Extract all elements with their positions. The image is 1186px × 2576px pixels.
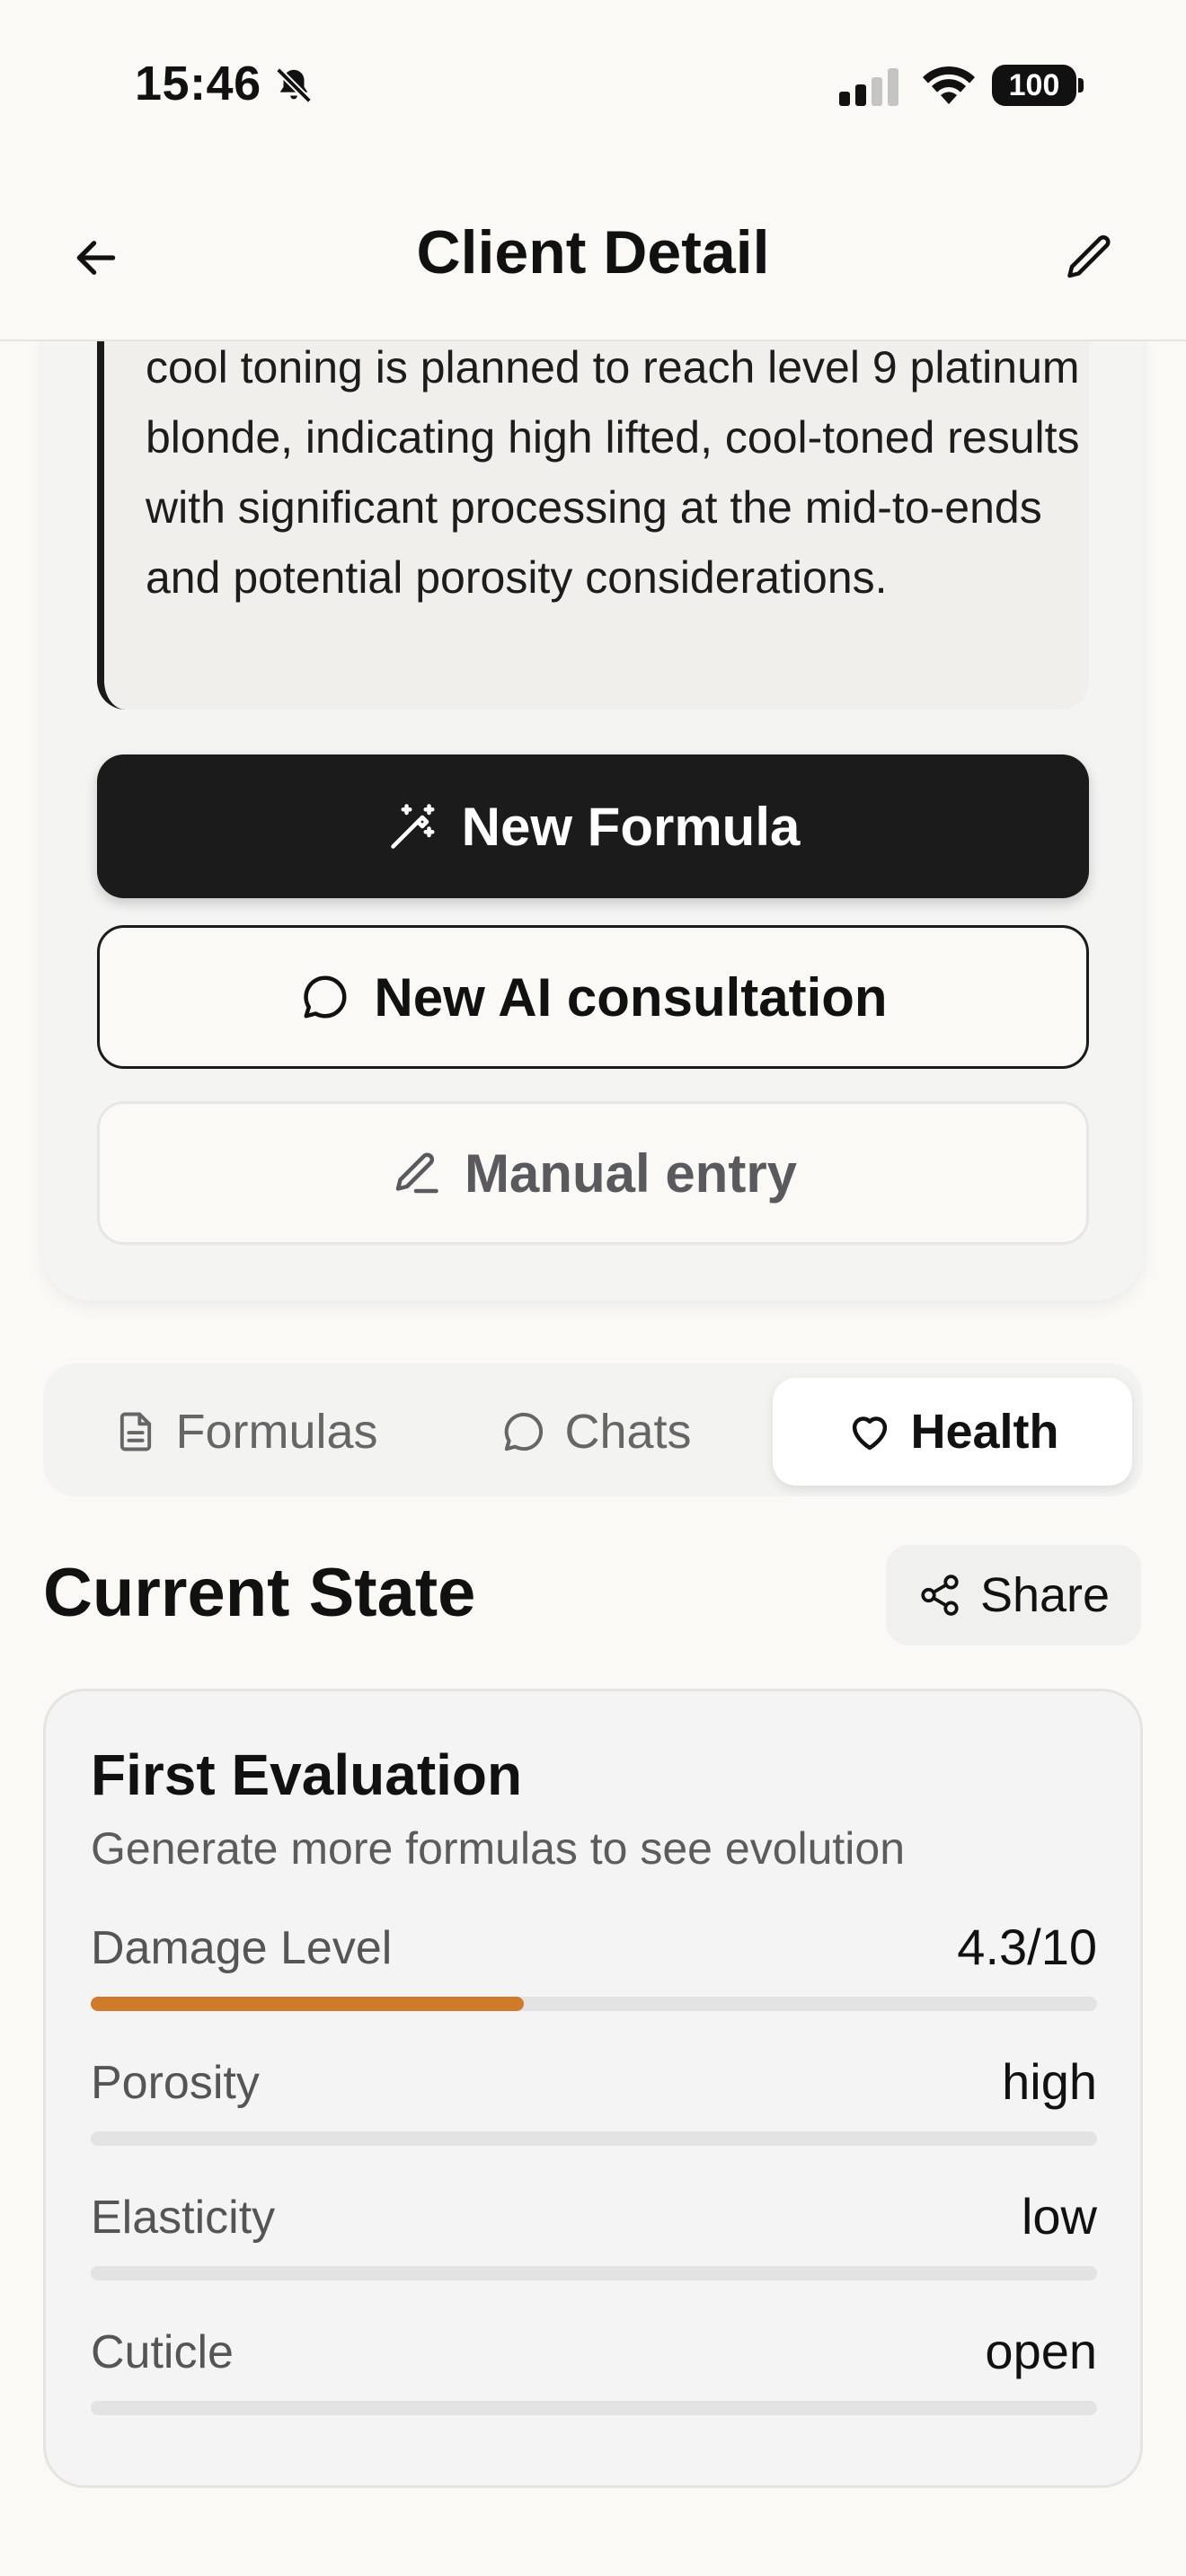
pencil-line-icon: [395, 1152, 438, 1194]
metric-value: high: [1002, 2053, 1097, 2110]
current-state-title: Current State: [43, 1555, 476, 1631]
magic-wand-icon: [390, 804, 435, 849]
metric-progress-track: [91, 2401, 1097, 2415]
metric-cuticle: Cuticle open: [91, 2323, 1097, 2433]
metric-label: Elasticity: [91, 2192, 276, 2244]
share-label: Share: [979, 1568, 1111, 1622]
share-button[interactable]: Share: [886, 1545, 1141, 1645]
metric-porosity: Porosity high: [91, 2053, 1097, 2164]
metric-elasticity: Elasticity low: [91, 2188, 1097, 2298]
status-bar: 15:46 100: [0, 0, 1186, 171]
metric-label: Damage Level: [91, 1922, 393, 1974]
share-icon: [921, 1575, 959, 1616]
new-formula-button[interactable]: New Formula: [97, 754, 1089, 898]
evaluation-subtitle: Generate more formulas to see evolution: [91, 1823, 906, 1874]
tab-chats[interactable]: Chats: [438, 1378, 753, 1486]
page-title: Client Detail: [416, 218, 770, 287]
pencil-icon: [1067, 234, 1111, 278]
metric-progress-track: [91, 1997, 1097, 2011]
new-ai-consultation-label: New AI consultation: [374, 966, 888, 1028]
tab-bar: Formulas Chats Health: [43, 1363, 1143, 1496]
new-formula-label: New Formula: [461, 796, 801, 857]
metric-label: Porosity: [91, 2057, 260, 2109]
signal-icon: [839, 68, 898, 106]
manual-entry-button[interactable]: Manual entry: [97, 1101, 1089, 1245]
chat-bubble-icon: [304, 975, 347, 1019]
battery-icon: 100: [992, 65, 1084, 106]
metric-progress-track: [91, 2131, 1097, 2146]
new-ai-consultation-button[interactable]: New AI consultation: [97, 925, 1089, 1069]
analysis-note-text: cool toning is planned to reach level 9 …: [146, 342, 1080, 603]
metric-value: open: [985, 2323, 1097, 2379]
status-time: 15:46: [135, 57, 261, 110]
chat-bubble-icon: [505, 1412, 544, 1451]
tab-chats-label: Chats: [564, 1405, 692, 1459]
metric-value: low: [1021, 2188, 1097, 2245]
client-detail-screen: 15:46 100 Client Detail cool toning is p…: [0, 0, 1186, 2576]
metric-label: Cuticle: [91, 2326, 234, 2378]
edit-button[interactable]: [1057, 225, 1123, 291]
nav-header: Client Detail: [0, 171, 1186, 341]
document-icon: [120, 1412, 152, 1451]
metric-progress-fill: [91, 1997, 524, 2011]
evaluation-title: First Evaluation: [91, 1742, 523, 1807]
manual-entry-label: Manual entry: [464, 1142, 798, 1204]
tab-health-label: Health: [910, 1405, 1059, 1459]
heart-icon: [853, 1416, 888, 1451]
evaluation-card: First Evaluation Generate more formulas …: [43, 1689, 1143, 2488]
bell-slash-icon: [276, 67, 312, 103]
metric-value: 4.3/10: [957, 1919, 1097, 1975]
metric-progress-track: [91, 2266, 1097, 2280]
tab-formulas-label: Formulas: [175, 1405, 378, 1459]
tab-health[interactable]: Health: [773, 1378, 1132, 1486]
wifi-icon: [923, 66, 975, 104]
metric-damage-level: Damage Level 4.3/10: [91, 1919, 1097, 2029]
tab-formulas[interactable]: Formulas: [70, 1378, 420, 1486]
